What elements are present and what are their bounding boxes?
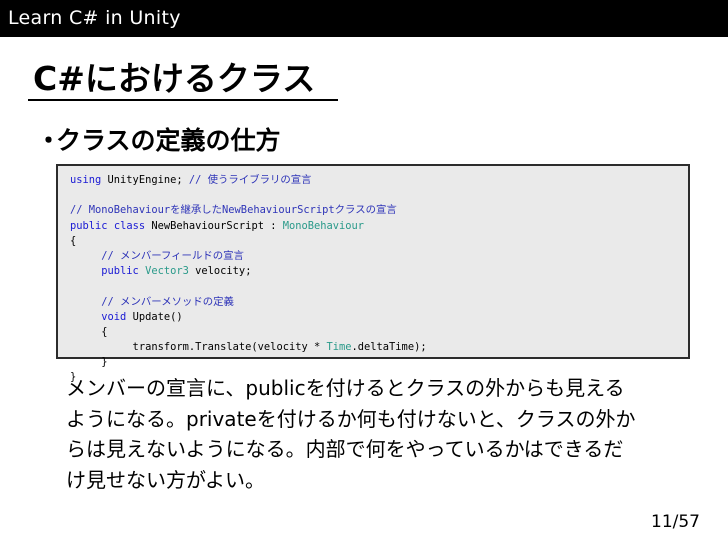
code-line: public Vector3 velocity; — [70, 264, 688, 279]
code-text: .deltaTime); — [351, 341, 427, 354]
code-line: } — [70, 355, 688, 370]
code-comment: // メンバーメソッドの定義 — [101, 295, 234, 308]
bullet-text: クラスの定義の仕方 — [56, 126, 281, 155]
code-text: velocity; — [188, 265, 252, 278]
code-line: void Update() — [70, 310, 688, 325]
code-block: using UnityEngine; // 使うライブラリの宣言 // MonoB… — [56, 164, 690, 383]
slide-title: C#におけるクラス — [33, 59, 316, 98]
code-keyword: public — [101, 265, 139, 278]
code-text: transform.Translate(velocity * — [70, 341, 327, 354]
code-text: { — [70, 325, 108, 338]
code-keyword: using — [70, 174, 102, 186]
code-keyword: public — [70, 219, 108, 232]
paragraph-line: ようになる。privateを付けるか何も付けないと、クラスの外か — [66, 406, 636, 431]
bullet-item: ・クラスの定義の仕方 — [36, 121, 281, 157]
code-comment: // 使うライブラリの宣言 — [188, 174, 312, 186]
code-line: // メンバーフィールドの宣言 — [70, 249, 688, 264]
paragraph-line: らは見えないようになる。内部で何をやっているかはできるだ — [66, 437, 624, 461]
title-underline — [28, 99, 338, 101]
page-number: 11/57 — [651, 512, 700, 532]
code-keyword: void — [101, 310, 127, 323]
header-title: Learn C# in Unity — [8, 7, 181, 29]
header-bar: Learn C# in Unity — [0, 0, 728, 37]
code-line: { — [70, 234, 688, 249]
code-line: using UnityEngine; // 使うライブラリの宣言 — [70, 173, 688, 188]
code-text: UnityEngine; — [101, 174, 189, 186]
code-line: // メンバーメソッドの定義 — [70, 295, 688, 310]
code-keyword: class — [113, 219, 146, 232]
paragraph-line: け見せない方がよい。 — [66, 467, 265, 492]
code-text: Update() — [126, 310, 183, 323]
bullet-marker: ・ — [36, 126, 62, 155]
code-type: Time — [326, 341, 352, 354]
code-text: } — [70, 356, 108, 369]
code-line: { — [70, 325, 688, 340]
explanation-paragraph: メンバーの宣言に、publicを付けるとクラスの外からも見える ようになる。pr… — [66, 373, 696, 495]
paragraph-line: メンバーの宣言に、publicを付けるとクラスの外からも見える — [66, 376, 625, 400]
code-comment: // メンバーフィールドの宣言 — [101, 249, 244, 262]
code-text: { — [70, 234, 77, 247]
code-line: public class NewBehaviourScript : MonoBe… — [70, 219, 688, 234]
code-text: NewBehaviourScript : — [145, 219, 283, 232]
code-line: transform.Translate(velocity * Time.delt… — [70, 340, 688, 355]
code-type: Vector3 — [145, 265, 189, 278]
code-comment: // MonoBehaviourを継承したNewBehaviourScriptク… — [70, 204, 397, 217]
code-line: // MonoBehaviourを継承したNewBehaviourScriptク… — [70, 203, 688, 218]
code-type: MonoBehaviour — [282, 219, 365, 232]
